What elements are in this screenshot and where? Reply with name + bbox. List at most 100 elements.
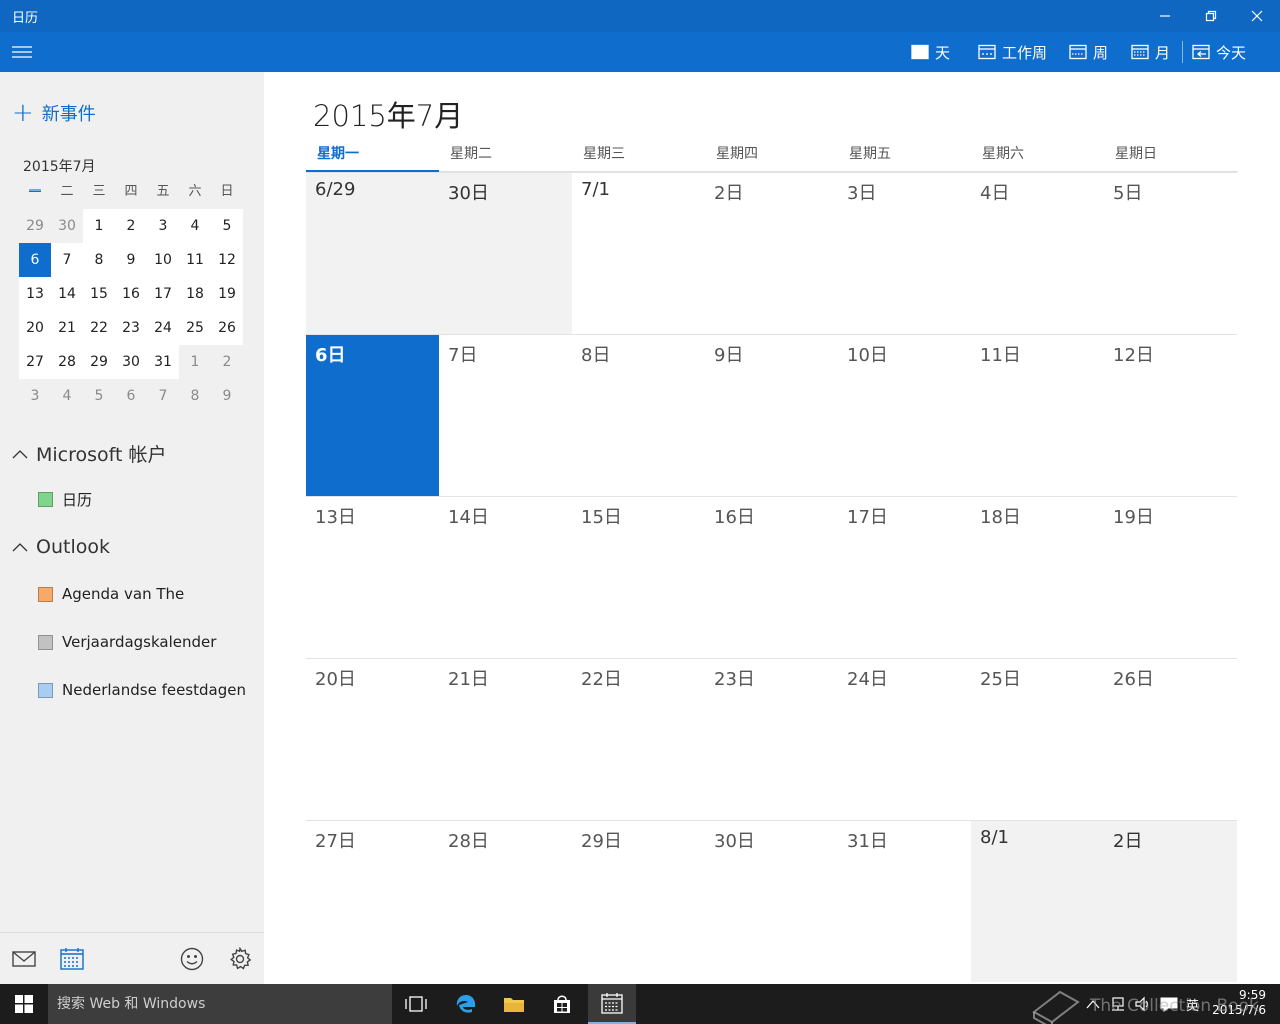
day-cell[interactable]: 30日 bbox=[439, 172, 572, 334]
store-button[interactable] bbox=[538, 984, 586, 1024]
mini-day[interactable]: 8 bbox=[179, 379, 211, 413]
mini-day[interactable]: 6 bbox=[19, 243, 51, 277]
day-cell[interactable]: 7日 bbox=[439, 334, 572, 496]
task-view-button[interactable] bbox=[392, 984, 440, 1024]
mini-day[interactable]: 10 bbox=[147, 243, 179, 277]
calendar-taskbar-button[interactable] bbox=[588, 984, 636, 1024]
calendar-item-verjaardag[interactable]: Verjaardagskalender bbox=[38, 633, 216, 651]
day-cell[interactable]: 8日 bbox=[572, 334, 705, 496]
mini-day[interactable]: 17 bbox=[147, 277, 179, 311]
group-outlook[interactable]: Outlook bbox=[12, 536, 110, 558]
mini-day[interactable]: 9 bbox=[211, 379, 243, 413]
day-cell[interactable]: 24日 bbox=[838, 658, 971, 820]
mini-day[interactable]: 21 bbox=[51, 311, 83, 345]
day-cell[interactable]: 20日 bbox=[306, 658, 439, 820]
minimize-button[interactable] bbox=[1142, 0, 1188, 32]
mini-day[interactable]: 31 bbox=[147, 345, 179, 379]
day-cell[interactable]: 3日 bbox=[838, 172, 971, 334]
day-cell[interactable]: 25日 bbox=[971, 658, 1104, 820]
day-cell[interactable]: 15日 bbox=[572, 496, 705, 658]
group-microsoft-account[interactable]: Microsoft 帐户 bbox=[12, 440, 167, 467]
day-cell-today[interactable]: 6日 bbox=[306, 334, 439, 496]
mini-day[interactable]: 2 bbox=[115, 209, 147, 243]
day-cell[interactable]: 22日 bbox=[572, 658, 705, 820]
mini-day[interactable]: 11 bbox=[179, 243, 211, 277]
mini-day[interactable]: 12 bbox=[211, 243, 243, 277]
mini-day[interactable]: 30 bbox=[115, 345, 147, 379]
mini-day[interactable]: 2 bbox=[211, 345, 243, 379]
mini-day[interactable]: 5 bbox=[211, 209, 243, 243]
mini-day[interactable]: 7 bbox=[51, 243, 83, 277]
mini-day[interactable]: 6 bbox=[115, 379, 147, 413]
mini-calendar-title[interactable]: 2015年7月 bbox=[23, 156, 96, 176]
mail-button[interactable] bbox=[10, 945, 38, 973]
day-cell[interactable]: 29日 bbox=[572, 820, 705, 982]
taskbar-search-box[interactable]: 搜索 Web 和 Windows bbox=[48, 984, 392, 1024]
day-cell[interactable]: 12日 bbox=[1104, 334, 1237, 496]
mini-day[interactable]: 25 bbox=[179, 311, 211, 345]
calendar-item-feestdagen[interactable]: Nederlandse feestdagen bbox=[38, 681, 246, 699]
day-cell[interactable]: 26日 bbox=[1104, 658, 1237, 820]
mini-day[interactable]: 4 bbox=[179, 209, 211, 243]
calendar-app-button[interactable] bbox=[58, 945, 86, 973]
day-cell[interactable]: 6/29 bbox=[306, 172, 439, 334]
day-cell[interactable]: 8/1 bbox=[971, 820, 1104, 982]
day-view-button[interactable]: 天 bbox=[911, 40, 950, 64]
day-cell[interactable]: 7/1 bbox=[572, 172, 705, 334]
start-button[interactable] bbox=[0, 984, 48, 1024]
mini-day[interactable]: 5 bbox=[83, 379, 115, 413]
mini-day[interactable]: 1 bbox=[83, 209, 115, 243]
day-cell[interactable]: 16日 bbox=[705, 496, 838, 658]
new-event-button[interactable]: + 新事件 bbox=[12, 100, 96, 126]
mini-day[interactable]: 22 bbox=[83, 311, 115, 345]
day-cell[interactable]: 9日 bbox=[705, 334, 838, 496]
mini-day[interactable]: 1 bbox=[179, 345, 211, 379]
mini-day[interactable]: 28 bbox=[51, 345, 83, 379]
mini-day[interactable]: 29 bbox=[19, 209, 51, 243]
mini-day[interactable]: 29 bbox=[83, 345, 115, 379]
mini-day[interactable]: 3 bbox=[147, 209, 179, 243]
calendar-item-rili[interactable]: 日历 bbox=[38, 489, 92, 510]
day-cell[interactable]: 2日 bbox=[705, 172, 838, 334]
mini-day[interactable]: 8 bbox=[83, 243, 115, 277]
mini-day[interactable]: 27 bbox=[19, 345, 51, 379]
day-cell[interactable]: 2日 bbox=[1104, 820, 1237, 982]
mini-day[interactable]: 30 bbox=[51, 209, 83, 243]
day-cell[interactable]: 14日 bbox=[439, 496, 572, 658]
month-view-button[interactable]: 月 bbox=[1131, 40, 1170, 64]
day-cell[interactable]: 27日 bbox=[306, 820, 439, 982]
day-cell[interactable]: 11日 bbox=[971, 334, 1104, 496]
day-cell[interactable]: 17日 bbox=[838, 496, 971, 658]
day-cell[interactable]: 5日 bbox=[1104, 172, 1237, 334]
mini-day[interactable]: 4 bbox=[51, 379, 83, 413]
file-explorer-button[interactable] bbox=[490, 984, 538, 1024]
edge-button[interactable] bbox=[442, 984, 490, 1024]
day-cell[interactable]: 4日 bbox=[971, 172, 1104, 334]
mini-day[interactable]: 16 bbox=[115, 277, 147, 311]
mini-day[interactable]: 20 bbox=[19, 311, 51, 345]
mini-day[interactable]: 9 bbox=[115, 243, 147, 277]
mini-day[interactable]: 18 bbox=[179, 277, 211, 311]
mini-day[interactable]: 26 bbox=[211, 311, 243, 345]
week-view-button[interactable]: 周 bbox=[1069, 40, 1108, 64]
mini-day[interactable]: 24 bbox=[147, 311, 179, 345]
hamburger-menu-button[interactable] bbox=[10, 42, 34, 62]
day-cell[interactable]: 10日 bbox=[838, 334, 971, 496]
day-cell[interactable]: 18日 bbox=[971, 496, 1104, 658]
day-cell[interactable]: 31日 bbox=[838, 820, 971, 982]
day-cell[interactable]: 21日 bbox=[439, 658, 572, 820]
day-cell[interactable]: 13日 bbox=[306, 496, 439, 658]
day-cell[interactable]: 30日 bbox=[705, 820, 838, 982]
feedback-button[interactable] bbox=[178, 945, 206, 973]
today-button[interactable]: 今天 bbox=[1192, 40, 1246, 64]
mini-day[interactable]: 7 bbox=[147, 379, 179, 413]
day-cell[interactable]: 19日 bbox=[1104, 496, 1237, 658]
day-cell[interactable]: 23日 bbox=[705, 658, 838, 820]
mini-day[interactable]: 23 bbox=[115, 311, 147, 345]
restore-button[interactable] bbox=[1188, 0, 1234, 32]
mini-day[interactable]: 13 bbox=[19, 277, 51, 311]
mini-day[interactable]: 3 bbox=[19, 379, 51, 413]
mini-day[interactable]: 14 bbox=[51, 277, 83, 311]
mini-day[interactable]: 19 bbox=[211, 277, 243, 311]
close-button[interactable] bbox=[1234, 0, 1280, 32]
